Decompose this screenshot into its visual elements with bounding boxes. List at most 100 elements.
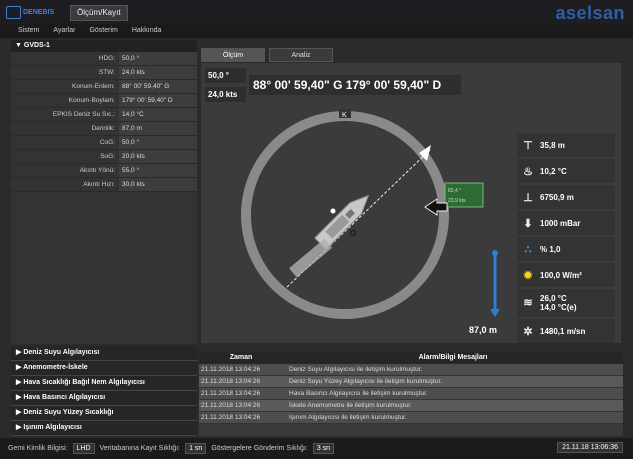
alarm-message: İskele Anemometre ile iletişim kurulmuşt… [289,402,412,409]
tab-analiz[interactable]: Analiz [269,48,333,62]
data-value: 55,0 ° [119,164,197,177]
env-value: 1480,1 m/sn [540,326,586,336]
data-value: 87,0 m [119,122,197,135]
thermometer-icon: ♨ [523,165,533,178]
data-value: 50,0 ° [119,136,197,149]
alarm-header: Zaman Alarm/Bilgi Mesajları [199,352,623,364]
env-item: ∴ % 1,0 [517,237,615,261]
brand-logo: aselsan [555,3,625,23]
display-freq-label: Göstergelere Gönderim Sıklığı: [211,445,308,452]
db-freq-label: Veritabanına Kayıt Sıklığı: [99,445,181,452]
table-row[interactable]: 21.11.2018 13:04:26 Hava Basıncı Algılayı… [199,388,623,400]
data-label: Konum-Enlem: [72,83,115,90]
menu-bar: Sistem Ayarlar Gösterim Hakkında [0,24,633,38]
data-row: Akıntı Yönü: 55,0 ° [11,164,197,178]
data-label: CoG: [99,139,115,146]
env-value: 10,2 °C [540,166,567,176]
env-item: ≋ 26,0 °C 14,0 °C(e) [517,289,615,317]
menu-gosterim[interactable]: Gösterim [89,24,117,38]
tab-olcum[interactable]: Ölçüm [201,48,265,62]
data-row: SoG: 20,0 kts [11,150,197,164]
data-row: Derinlik: 87,0 m [11,122,197,136]
title-bar: DENEBIS Ölçüm/Kayıt aselsan [0,0,633,24]
data-row: Akıntı Hızı: 30,0 kts [11,178,197,192]
env-item: ⊤ 35,8 m [517,133,615,157]
alarm-time: 21.11.2018 13:04:26 [201,390,261,397]
humidity-drops-icon: ∴ [524,243,532,256]
alarm-rows: 21.11.2018 13:04:26 Deniz Suyu Algılayıcı… [199,364,623,424]
alarm-time: 21.11.2018 13:04:26 [201,378,261,385]
table-row[interactable]: 21.11.2018 13:04:26 Işınım Algılayıcısı i… [199,412,623,424]
env-item: ⬇ 1000 mBar [517,211,615,235]
data-row: HDG: 50,0 ° [11,52,197,66]
data-row: EPKIS Deniz Su Sıc.: 14,0 °C [11,108,197,122]
sea-temp-values: 26,0 °C 14,0 °C(e) [540,294,577,312]
altitude-icon: ⊤ [523,139,533,152]
table-row[interactable]: 21.11.2018 13:04:26 Deniz Suyu Yüzey Algı… [199,376,623,388]
data-row: CoG: 50,0 ° [11,136,197,150]
env-item: ✲ 1480,1 m/sn [517,319,615,343]
center-dot [330,208,336,214]
sea-temp-icon: ≋ [523,296,533,309]
sensor-data-panel: ▼ GVDS-1 HDG: 50,0 ° STW: 24,0 kts Konum-E… [11,40,197,344]
env-value: 6750,9 m [540,192,574,202]
data-value: 24,0 kts [119,66,197,79]
sun-radiation-icon: ✹ [523,269,533,282]
height-icon: ⊥ [523,191,533,204]
wind-speed-icon: ✲ [523,325,533,338]
logo-mark-icon [6,6,21,19]
data-label: Akıntı Yönü: [79,167,115,174]
table-row[interactable]: 21.11.2018 13:04:26 İskele Anemometre ile… [199,400,623,412]
menu-ayarlar[interactable]: Ayarlar [53,24,75,38]
accordion-anemometre[interactable]: ▶ Anemometre-İskele [11,361,197,376]
table-row[interactable]: 21.11.2018 13:04:26 Deniz Suyu Algılayıcı… [199,364,623,376]
data-value: 179° 00' 59,40" D [119,94,197,107]
env-value: % 1,0 [540,244,561,254]
wind-speed: 23,9 kts [448,198,466,204]
data-value: 30,0 kts [119,178,197,191]
sensor-accordion: ▶ Deniz Suyu Algılayıcısı ▶ Anemometre-İ… [11,346,197,436]
env-item: ♨ 10,2 °C [517,159,615,183]
alarm-time: 21.11.2018 13:04:26 [201,402,261,409]
env-item: ✹ 100,0 W/m² [517,263,615,287]
env-item: ⊥ 6750,9 m [517,185,615,209]
env-value: 100,0 W/m² [540,270,582,280]
col-header-time[interactable]: Zaman [199,352,283,364]
accordion-deniz-suyu[interactable]: ▶ Deniz Suyu Algılayıcısı [11,346,197,361]
data-value: 20,0 kts [119,150,197,163]
alarm-message: Işınım Algılayıcısı ile iletişim kurulmu… [289,414,407,421]
wind-direction: 82,4 ° [448,188,461,194]
window-tab[interactable]: Ölçüm/Kayıt [70,5,128,21]
alarm-time: 21.11.2018 13:04:26 [201,366,261,373]
north-label: K [342,112,347,119]
alarm-message: Deniz Suyu Algılayıcısı ile iletişim kur… [289,366,423,373]
accordion-hava-sicakligi[interactable]: ▶ Hava Sıcaklığı Bağıl Nem Algılayıcısı [11,376,197,391]
menu-hakkinda[interactable]: Hakkında [132,24,162,38]
data-label: EPKIS Deniz Su Sıc.: [52,111,115,118]
data-row: STW: 24,0 kts [11,66,197,80]
menu-sistem[interactable]: Sistem [18,24,39,38]
data-label: Konum-Boylam: [68,97,115,104]
status-bar: Gemi Kimlik Bilgisi: LHD Veritabanına Ka… [0,438,633,459]
panel-header-gvds[interactable]: ▼ GVDS-1 [11,40,197,52]
display-freq-value: 3 sn [312,443,335,454]
environment-panel: ⊤ 35,8 m ♨ 10,2 °C ⊥ 6750,9 m ⬇ 1000 mBar ∴%… [517,133,615,345]
data-label: STW: [98,69,115,76]
db-freq-value: 1 sn [185,443,207,454]
data-label: SoG: [100,153,115,160]
col-header-message[interactable]: Alarm/Bilgi Mesajları [283,352,623,364]
logo-text: DENEBIS [23,9,55,16]
env-value-secondary: 14,0 °C(e) [540,303,577,312]
accordion-hava-basinci[interactable]: ▶ Hava Basıncı Algılayıcısı [11,391,197,406]
alarm-table: Zaman Alarm/Bilgi Mesajları 21.11.2018 1… [199,352,623,436]
accordion-isinim[interactable]: ▶ Işınım Algılayıcısı [11,421,197,436]
accordion-yuzey-sicakligi[interactable]: ▶ Deniz Suyu Yüzey Sıcaklığı [11,406,197,421]
data-value: 50,0 ° [119,52,197,65]
data-label: HDG: [98,55,115,62]
data-label: Derinlik: [91,125,115,132]
alarm-message: Deniz Suyu Yüzey Algılayıcısı ile iletiş… [289,378,443,385]
pressure-arrow-icon: ⬇ [523,217,533,230]
env-value: 35,8 m [540,140,565,150]
data-row: Konum-Enlem: 88° 00' 59,40" G [11,80,197,94]
ship-id-value: LHD [72,443,95,454]
